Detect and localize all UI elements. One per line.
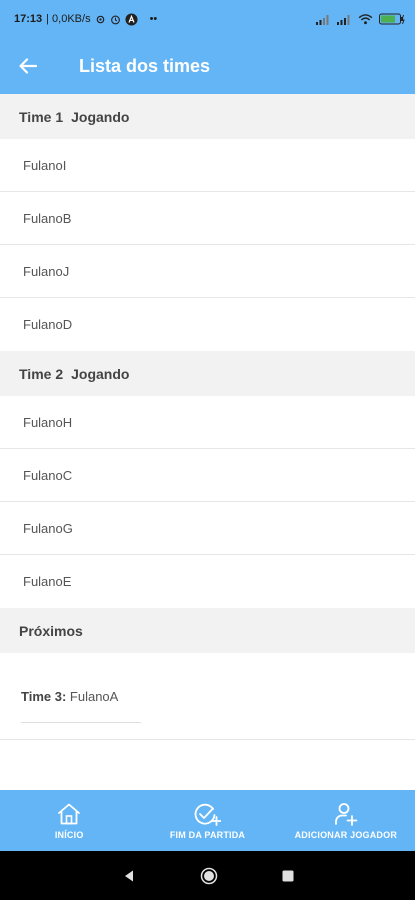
next-team-players: FulanoA [69,689,119,704]
nav-home-label: INÍCIO [54,829,84,840]
next-header: Próximos [0,608,415,653]
team-2-status: Jogando [71,365,130,382]
player-row[interactable]: FulanoB [0,192,415,245]
signal-icon-2 [337,14,352,25]
status-time: 17:13 [14,13,43,25]
system-nav-bar [0,851,415,900]
system-recents-icon[interactable] [282,870,294,882]
team-1-header: Time 1 Jogando [0,94,415,139]
nav-home[interactable]: INÍCIO [0,790,138,851]
status-bar: 17:13 | 0,0KB/s •• [0,0,415,38]
system-back-icon[interactable] [122,869,136,883]
player-row[interactable]: FulanoC [0,449,415,502]
person-add-icon [334,802,358,826]
next-underline [21,722,141,723]
nav-add-player[interactable]: ADICIONAR JOGADOR [277,790,415,851]
nav-add-player-label: ADICIONAR JOGADOR [294,829,398,840]
status-dots: •• [149,13,158,25]
player-row[interactable]: FulanoD [0,298,415,351]
team-list: Time 1 Jogando FulanoI FulanoB FulanoJ Fu… [0,94,415,740]
page-title: Lista dos times [79,55,211,76]
team-1-status: Jogando [71,108,130,125]
status-left: 17:13 | 0,0KB/s •• [14,12,158,26]
arrow-left-icon [19,58,38,74]
player-row[interactable]: FulanoG [0,502,415,555]
wifi-icon [358,13,373,25]
network-speed: | 0,0KB/s [46,13,91,25]
nav-end-match-label: FIM DA PARTIDA [169,829,246,840]
home-icon [58,803,81,824]
app-a-icon [125,12,138,26]
team-1-name: Time 1 [19,108,64,125]
player-row[interactable]: FulanoI [0,139,415,192]
app-root: 17:13 | 0,0KB/s •• Lista dos times Time … [0,0,415,900]
team-2-name: Time 2 [19,365,64,382]
team-2-header: Time 2 Jogando [0,351,415,396]
next-team-label: Time 3: [21,689,67,704]
player-row[interactable]: FulanoJ [0,245,415,298]
alarm-icon [110,14,121,25]
back-button[interactable] [0,38,56,94]
status-right [316,13,405,25]
player-row[interactable]: FulanoH [0,396,415,449]
settings-icon [95,14,106,25]
bottom-nav: INÍCIO FIM DA PARTIDA ADICIONAR JOGADOR [0,790,415,851]
toolbar: Lista dos times [0,38,415,94]
next-team-line[interactable]: Time 3: FulanoA [21,689,118,704]
check-circle-plus-icon [195,803,222,826]
next-teams-block: Time 3: FulanoA [0,653,415,740]
system-home-icon[interactable] [200,867,218,885]
nav-end-match[interactable]: FIM DA PARTIDA [138,790,276,851]
player-row[interactable]: FulanoE [0,555,415,608]
battery-icon [379,13,405,25]
signal-icon [316,14,331,25]
